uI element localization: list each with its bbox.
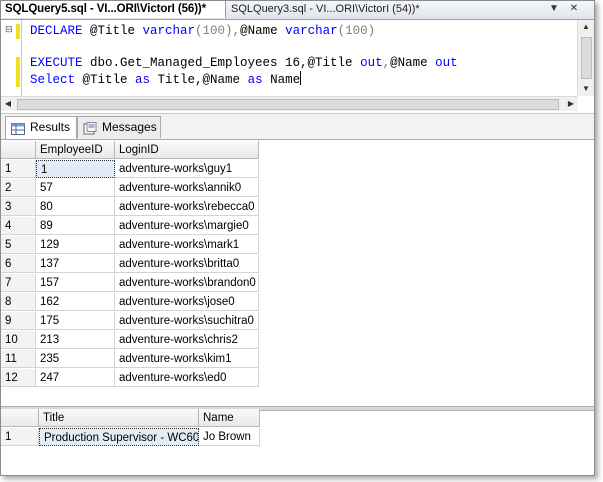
code-line-1: DECLARE @Title varchar(100),@Name varcha… [30, 23, 375, 39]
cell-loginid[interactable]: adventure-works\rebecca0 [115, 198, 259, 216]
tab-sqlquery3[interactable]: SQLQuery3.sql - VI...ORI\VictorI (54))* [227, 1, 447, 18]
code-text: @Name [240, 24, 286, 38]
results-tab-strip: Results Messages [1, 113, 594, 140]
code-text: Name [262, 73, 301, 87]
code-text: @Title [82, 24, 143, 38]
cell-name[interactable]: Jo Brown [199, 428, 260, 446]
code-text: @Name [390, 56, 436, 70]
results-grid-employees: EmployeeID LoginID 1 1 adventure-works\guy… [1, 141, 594, 407]
sql-editor[interactable]: ⊟ DECLARE @Title varchar(100),@Name varc… [1, 20, 594, 111]
row-number[interactable]: 2 [1, 179, 36, 197]
row-number[interactable]: 12 [1, 369, 36, 387]
editor-gutter: ⊟ [1, 20, 15, 96]
cell-employeeid[interactable]: 1 [36, 160, 115, 178]
document-tab-strip: SQLQuery5.sql - VI...ORI\VictorI (56))* … [1, 1, 594, 20]
cell-employeeid[interactable]: 235 [36, 350, 115, 368]
cell-loginid[interactable]: adventure-works\mark1 [115, 236, 259, 254]
row-number[interactable]: 4 [1, 217, 36, 235]
cell-employeeid[interactable]: 175 [36, 312, 115, 330]
cell-employeeid[interactable]: 247 [36, 369, 115, 387]
cell-employeeid[interactable]: 129 [36, 236, 115, 254]
tab-messages[interactable]: Messages [77, 116, 161, 138]
scroll-thumb[interactable] [581, 37, 592, 79]
cell-loginid[interactable]: adventure-works\britta0 [115, 255, 259, 273]
tab-results[interactable]: Results [5, 116, 77, 139]
keyword: out [360, 56, 383, 70]
column-header-title[interactable]: Title [39, 409, 199, 427]
editor-horizontal-scrollbar[interactable]: ◀ ▶ [1, 96, 578, 111]
cell-loginid[interactable]: adventure-works\ed0 [115, 369, 259, 387]
code-punct: (100) [337, 24, 376, 38]
cell-employeeid[interactable]: 80 [36, 198, 115, 216]
cell-loginid[interactable]: adventure-works\chris2 [115, 331, 259, 349]
code-text: @Title [75, 73, 136, 87]
keyword: as [135, 73, 151, 87]
row-number[interactable]: 9 [1, 312, 36, 330]
scroll-up-icon[interactable]: ▲ [579, 20, 593, 34]
scroll-left-icon[interactable]: ◀ [1, 97, 15, 111]
grid-icon [11, 121, 25, 135]
close-icon[interactable]: ✕ [568, 3, 580, 15]
row-number[interactable]: 7 [1, 274, 36, 292]
cell-title[interactable]: Production Supervisor - WC60 [39, 428, 199, 446]
cell-loginid[interactable]: adventure-works\brandon0 [115, 274, 259, 292]
messages-icon [83, 121, 97, 135]
code-line-3: EXECUTE dbo.Get_Managed_Employees 16,@Ti… [30, 55, 458, 71]
cell-employeeid[interactable]: 89 [36, 217, 115, 235]
tab-sqlquery5[interactable]: SQLQuery5.sql - VI...ORI\VictorI (56))* [1, 1, 226, 18]
column-header-employeeid[interactable]: EmployeeID [36, 141, 115, 159]
cell-employeeid[interactable]: 157 [36, 274, 115, 292]
row-number[interactable]: 8 [1, 293, 36, 311]
query-window: SQLQuery5.sql - VI...ORI\VictorI (56))* … [0, 0, 595, 476]
cell-loginid[interactable]: adventure-works\jose0 [115, 293, 259, 311]
scroll-thumb[interactable] [17, 99, 559, 110]
cell-loginid[interactable]: adventure-works\guy1 [115, 160, 259, 178]
results-grid-title-name: Title Name 1 Production Supervisor - WC60… [1, 409, 594, 475]
cell-loginid[interactable]: adventure-works\kim1 [115, 350, 259, 368]
change-marker [16, 24, 20, 39]
cell-employeeid[interactable]: 57 [36, 179, 115, 197]
cell-employeeid[interactable]: 137 [36, 255, 115, 273]
code-punct: (100), [195, 24, 241, 38]
keyword: as [247, 73, 263, 87]
cell-loginid[interactable]: adventure-works\suchitra0 [115, 312, 259, 330]
keyword: varchar [142, 24, 196, 38]
code-text: dbo.Get_Managed_Employees 16,@Title [82, 56, 361, 70]
row-number[interactable]: 10 [1, 331, 36, 349]
row-number[interactable]: 1 [1, 160, 36, 178]
cell-loginid[interactable]: adventure-works\margie0 [115, 217, 259, 235]
keyword: Select [30, 73, 76, 87]
row-header-corner[interactable] [1, 409, 39, 427]
row-number[interactable]: 5 [1, 236, 36, 254]
row-number[interactable]: 1 [1, 428, 39, 446]
text-cursor [300, 71, 302, 85]
column-header-name[interactable]: Name [199, 409, 260, 427]
row-header-corner[interactable] [1, 141, 36, 159]
editor-vertical-scrollbar[interactable]: ▲ ▼ [577, 20, 594, 96]
cell-loginid[interactable]: adventure-works\annik0 [115, 179, 259, 197]
tab-label: Messages [102, 120, 157, 134]
cell-employeeid[interactable]: 213 [36, 331, 115, 349]
keyword: varchar [285, 24, 338, 38]
scroll-right-icon[interactable]: ▶ [564, 97, 578, 111]
outline-line [21, 20, 22, 96]
code-line-4: Select @Title as Title,@Name as Name [30, 71, 302, 88]
tab-dropdown-icon[interactable]: ▼ [548, 3, 560, 15]
keyword: DECLARE [30, 24, 83, 38]
row-number[interactable]: 11 [1, 350, 36, 368]
column-header-loginid[interactable]: LoginID [115, 141, 259, 159]
change-marker [16, 57, 20, 87]
row-number[interactable]: 3 [1, 198, 36, 216]
code-text: Title,@Name [150, 73, 248, 87]
code-punct: , [382, 56, 391, 70]
cell-employeeid[interactable]: 162 [36, 293, 115, 311]
scroll-down-icon[interactable]: ▼ [579, 82, 593, 96]
keyword: out [435, 56, 458, 70]
collapse-icon[interactable]: ⊟ [5, 25, 13, 34]
row-number[interactable]: 6 [1, 255, 36, 273]
tab-label: Results [30, 120, 71, 134]
keyword: EXECUTE [30, 56, 83, 70]
